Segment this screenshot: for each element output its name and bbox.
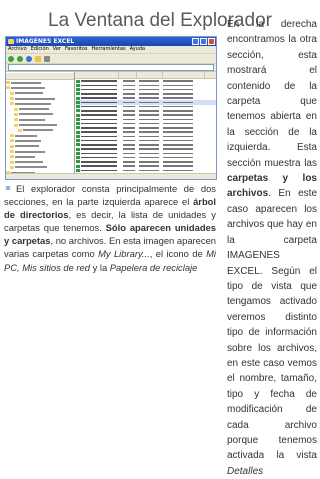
toolbar [6, 54, 216, 64]
bottom-text-part: y la [89, 261, 110, 273]
explorer-content [6, 72, 216, 179]
bottom-text-italic: Papelera de reciclaje [109, 261, 198, 273]
bottom-text-part: El explorador consta principalmente de d… [4, 183, 216, 208]
menu-ver[interactable]: Ver [53, 46, 61, 53]
up-folder-icon[interactable] [26, 55, 32, 62]
right-text-part: . En este caso aparecen los archivos que… [227, 188, 317, 462]
column-header[interactable] [75, 72, 119, 78]
address-bar [6, 64, 216, 72]
explorer-window-screenshot: IMAGENES EXCEL Archivo Edición Ver Favor… [5, 36, 217, 180]
maximize-icon[interactable] [200, 38, 207, 45]
folders-icon[interactable] [35, 55, 41, 62]
column-header[interactable] [137, 72, 163, 78]
back-icon[interactable] [8, 55, 14, 62]
close-icon[interactable] [208, 38, 215, 45]
address-input[interactable] [8, 64, 214, 71]
menu-favoritos[interactable]: Favoritos [65, 46, 88, 53]
folder-icon [8, 39, 14, 44]
minimize-icon[interactable] [192, 38, 199, 45]
file-list [75, 72, 216, 179]
bottom-text-italic: My Library... [98, 248, 150, 260]
window-titlebar: IMAGENES EXCEL [6, 37, 216, 46]
right-description: En la derecha encontramos la otra secció… [227, 17, 317, 479]
tree-header [6, 73, 74, 80]
forward-icon[interactable] [17, 55, 23, 62]
column-header[interactable] [119, 72, 137, 78]
window-title: IMAGENES EXCEL [16, 38, 75, 45]
column-header[interactable] [163, 72, 205, 78]
bottom-text-part: , el icono de [149, 248, 207, 260]
folder-tree [6, 72, 75, 179]
menu-herramientas[interactable]: Herramientas [92, 46, 126, 53]
menu-edicion[interactable]: Edición [31, 46, 49, 53]
right-text-italic: Detalles [227, 465, 264, 477]
right-text-part: En la derecha encontramos la otra secció… [227, 19, 317, 169]
file-list-header [75, 72, 216, 79]
status-bar [6, 173, 216, 179]
menu-ayuda[interactable]: Ayuda [130, 46, 145, 53]
menu-bar: Archivo Edición Ver Favoritos Herramient… [6, 46, 216, 54]
window-controls [192, 38, 215, 45]
bottom-description: El explorador consta principalmente de d… [4, 182, 216, 274]
views-icon[interactable] [44, 55, 50, 62]
menu-archivo[interactable]: Archivo [8, 46, 27, 53]
